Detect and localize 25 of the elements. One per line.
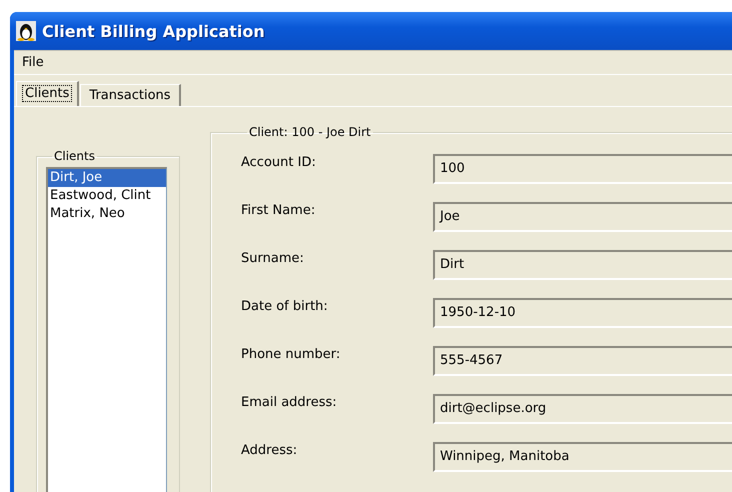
field-label: Email address: [241,394,338,410]
window-title: Client Billing Application [42,22,265,40]
input-field[interactable]: dirt@eclipse.org [433,394,732,424]
input-field[interactable]: 100 [433,154,732,184]
menu-item[interactable]: File [18,52,48,72]
tab[interactable]: Transactions [80,84,181,106]
field-label: First Name: [241,202,316,218]
input-field[interactable]: Dirt [433,250,732,280]
group-title: Client: 100 - Joe Dirt [248,125,372,139]
tab[interactable]: Clients [16,81,80,106]
field-label: Phone number: [241,346,342,362]
list-item[interactable]: Eastwood, Clint [48,187,166,205]
field-label: Surname: [241,250,305,266]
input-field[interactable]: 555-4567 [433,346,732,376]
penguin-icon [16,21,36,41]
field-label: Account ID: [241,154,317,170]
group-title: Clients [53,149,96,163]
list-item[interactable]: Dirt, Joe [48,169,166,187]
client-list[interactable]: Dirt, Joe Eastwood, Clint Matrix, Neo [46,167,167,492]
input-field[interactable]: Joe [433,202,732,232]
list-item[interactable]: Matrix, Neo [48,205,166,223]
field-label: Date of birth: [241,298,329,314]
input-field[interactable]: Winnipeg, Manitoba [433,442,732,472]
field-label: Address: [241,442,298,458]
input-field[interactable]: 1950-12-10 [433,298,732,328]
